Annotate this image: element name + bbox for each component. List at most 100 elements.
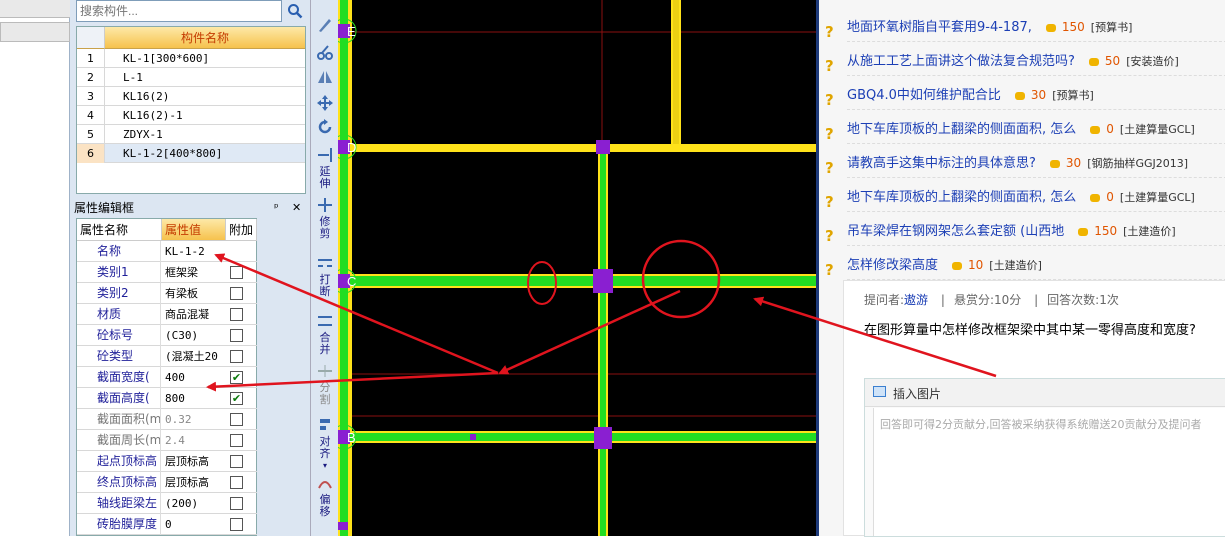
property-value[interactable]: 2.4 [162, 430, 227, 451]
attach-checkbox[interactable] [230, 518, 243, 531]
attach-checkbox[interactable] [230, 287, 243, 300]
drawing-canvas[interactable]: E D C B [338, 0, 816, 536]
property-row[interactable]: 截面面积(m 0.32 [77, 409, 257, 430]
question-item[interactable]: ? 从施工工艺上面讲这个做法复合规范吗? 50 [安装造价] [825, 46, 1225, 76]
question-category[interactable]: [钢筋抽样GGJ2013] [1087, 157, 1188, 170]
question-title[interactable]: 地下车库顶板的上翻梁的侧面面积, 怎么 [847, 190, 1076, 205]
attach-checkbox[interactable] [230, 455, 243, 468]
attach-checkbox[interactable] [230, 497, 243, 510]
asker-link[interactable]: 遨游 [904, 293, 928, 307]
component-row[interactable]: 6 KL-1-2[400*800] [77, 144, 305, 163]
green-beam-b[interactable] [338, 433, 816, 441]
column-b-mid[interactable] [594, 427, 612, 449]
question-category[interactable]: [土建算量GCL] [1120, 191, 1195, 204]
property-value[interactable]: 商品混凝 [162, 304, 227, 325]
property-value[interactable]: 0.32 [162, 409, 227, 430]
left-tab-2[interactable] [0, 22, 70, 42]
column-c-mid[interactable] [593, 269, 613, 293]
extend-button[interactable]: 延伸 [315, 166, 335, 190]
answer-textarea[interactable]: 回答即可得2分贡献分,回答被采纳获得系统赠送20贡献分及提问者 [873, 408, 1225, 536]
component-row[interactable]: 2 L-1 [77, 68, 305, 87]
close-icon[interactable]: ✕ [292, 200, 301, 216]
component-row[interactable]: 1 KL-1[300*600] [77, 49, 305, 68]
answer-editor[interactable]: 插入图片 回答即可得2分贡献分,回答被采纳获得系统赠送20贡献分及提问者 [864, 378, 1225, 537]
scissors-icon[interactable] [316, 44, 334, 62]
mirror-icon[interactable] [316, 68, 334, 86]
question-item[interactable]: ? 地下车库顶板的上翻梁的侧面面积, 怎么 0 [土建算量GCL] [825, 114, 1225, 144]
question-item[interactable]: ? 吊车梁焊在钢网架怎么套定额 (山西地 150 [土建造价] [825, 216, 1225, 246]
search-button[interactable] [284, 0, 306, 22]
attach-checkbox[interactable] [230, 434, 243, 447]
green-beam-left[interactable] [340, 0, 348, 536]
property-value[interactable]: 0 [162, 514, 227, 535]
rotate-icon[interactable] [316, 118, 334, 136]
property-value[interactable]: (200) [162, 493, 227, 514]
left-tab-1[interactable] [0, 0, 70, 18]
attach-checkbox[interactable] [230, 308, 243, 321]
component-row[interactable]: 3 KL16(2) [77, 87, 305, 106]
column-d-mid[interactable] [596, 140, 610, 154]
green-beam-vertical[interactable] [600, 148, 606, 536]
question-item[interactable]: ? 地下车库顶板的上翻梁的侧面面积, 怎么 0 [土建算量GCL] [825, 182, 1225, 212]
property-row[interactable]: 砼标号 (C30) [77, 325, 257, 346]
question-category[interactable]: [土建造价] [1123, 225, 1176, 238]
question-item[interactable]: ? 请教高手这集中标注的具体意思? 30 [钢筋抽样GGJ2013] [825, 148, 1225, 178]
property-value[interactable]: (C30) [162, 325, 227, 346]
beam-plan-drawing[interactable]: E D C B [338, 0, 816, 536]
attach-checkbox[interactable] [230, 476, 243, 489]
pen-icon[interactable] [316, 16, 334, 34]
property-row[interactable]: 截面高度(800 ✔ [77, 388, 257, 409]
merge-button[interactable]: 合并 [315, 332, 335, 356]
property-row[interactable]: 砖胎膜厚度 0 [77, 514, 257, 535]
question-title[interactable]: 从施工工艺上面讲这个做法复合规范吗? [847, 54, 1075, 69]
insert-image-button[interactable]: 插入图片 [893, 385, 941, 402]
question-title[interactable]: GBQ4.0中如何维护配合比 [847, 88, 1001, 103]
attach-checkbox[interactable] [230, 350, 243, 363]
column-bottom[interactable] [338, 522, 348, 530]
question-title[interactable]: 地下车库顶板的上翻梁的侧面面积, 怎么 [847, 122, 1076, 137]
property-value[interactable]: 层顶标高 [162, 472, 227, 493]
property-row[interactable]: 截面周长(m 2.4 [77, 430, 257, 451]
attach-checkbox[interactable]: ✔ [230, 371, 243, 384]
question-title[interactable]: 请教高手这集中标注的具体意思? [847, 156, 1036, 171]
question-category[interactable]: [安装造价] [1126, 55, 1179, 68]
question-title[interactable]: 怎样修改梁高度 [847, 258, 938, 273]
question-title[interactable]: 吊车梁焊在钢网架怎么套定额 (山西地 [847, 224, 1064, 239]
property-value[interactable]: 框架梁 [162, 262, 227, 283]
question-item[interactable]: ? GBQ4.0中如何维护配合比 30 [预算书] [825, 80, 1225, 110]
attach-checkbox[interactable] [230, 413, 243, 426]
property-value[interactable]: (混凝土20 [162, 346, 227, 367]
question-item[interactable]: ? 地面环氧树脂自平套用9-4-187, 150 [预算书] [825, 12, 1225, 42]
move-icon[interactable] [316, 94, 334, 112]
grip-point[interactable] [470, 434, 476, 440]
property-row[interactable]: 终点顶标高 层顶标高 [77, 472, 257, 493]
yellow-beam-d[interactable] [344, 144, 816, 152]
attach-checkbox[interactable]: ✔ [230, 392, 243, 405]
property-row[interactable]: 截面宽度(400 ✔ [77, 367, 257, 388]
question-category[interactable]: [预算书] [1052, 89, 1094, 102]
property-row[interactable]: 砼类型 (混凝土20 [77, 346, 257, 367]
property-row[interactable]: 类别2 有梁板 [77, 283, 257, 304]
question-title[interactable]: 地面环氧树脂自平套用9-4-187, [847, 20, 1032, 35]
property-row[interactable]: 轴线距梁左 (200) [77, 493, 257, 514]
property-row[interactable]: 类别1 框架梁 [77, 262, 257, 283]
question-category[interactable]: [土建算量GCL] [1120, 123, 1195, 136]
question-item[interactable]: ? 怎样修改梁高度 10 [土建造价] [825, 250, 1225, 280]
align-button[interactable]: 对齐 [315, 436, 335, 460]
trim-button[interactable]: 修剪 [315, 216, 335, 240]
green-beam-c[interactable] [338, 276, 816, 286]
split-button[interactable]: 分割 [315, 382, 335, 406]
property-value[interactable]: 有梁板 [162, 283, 227, 304]
property-row[interactable]: 材质 商品混凝 [77, 304, 257, 325]
property-value[interactable]: 400 [162, 367, 227, 388]
attach-checkbox[interactable] [230, 266, 243, 279]
offset-button[interactable]: 偏移 [315, 494, 335, 518]
property-value[interactable]: KL-1-2 [162, 241, 227, 262]
property-row[interactable]: 起点顶标高 层顶标高 [77, 451, 257, 472]
property-row[interactable]: 名称 KL-1-2 [77, 241, 257, 262]
property-value[interactable]: 层顶标高 [162, 451, 227, 472]
component-row[interactable]: 5 ZDYX-1 [77, 125, 305, 144]
search-input[interactable] [76, 0, 282, 22]
property-value[interactable]: 800 [162, 388, 227, 409]
break-button[interactable]: 打断 [315, 274, 335, 298]
